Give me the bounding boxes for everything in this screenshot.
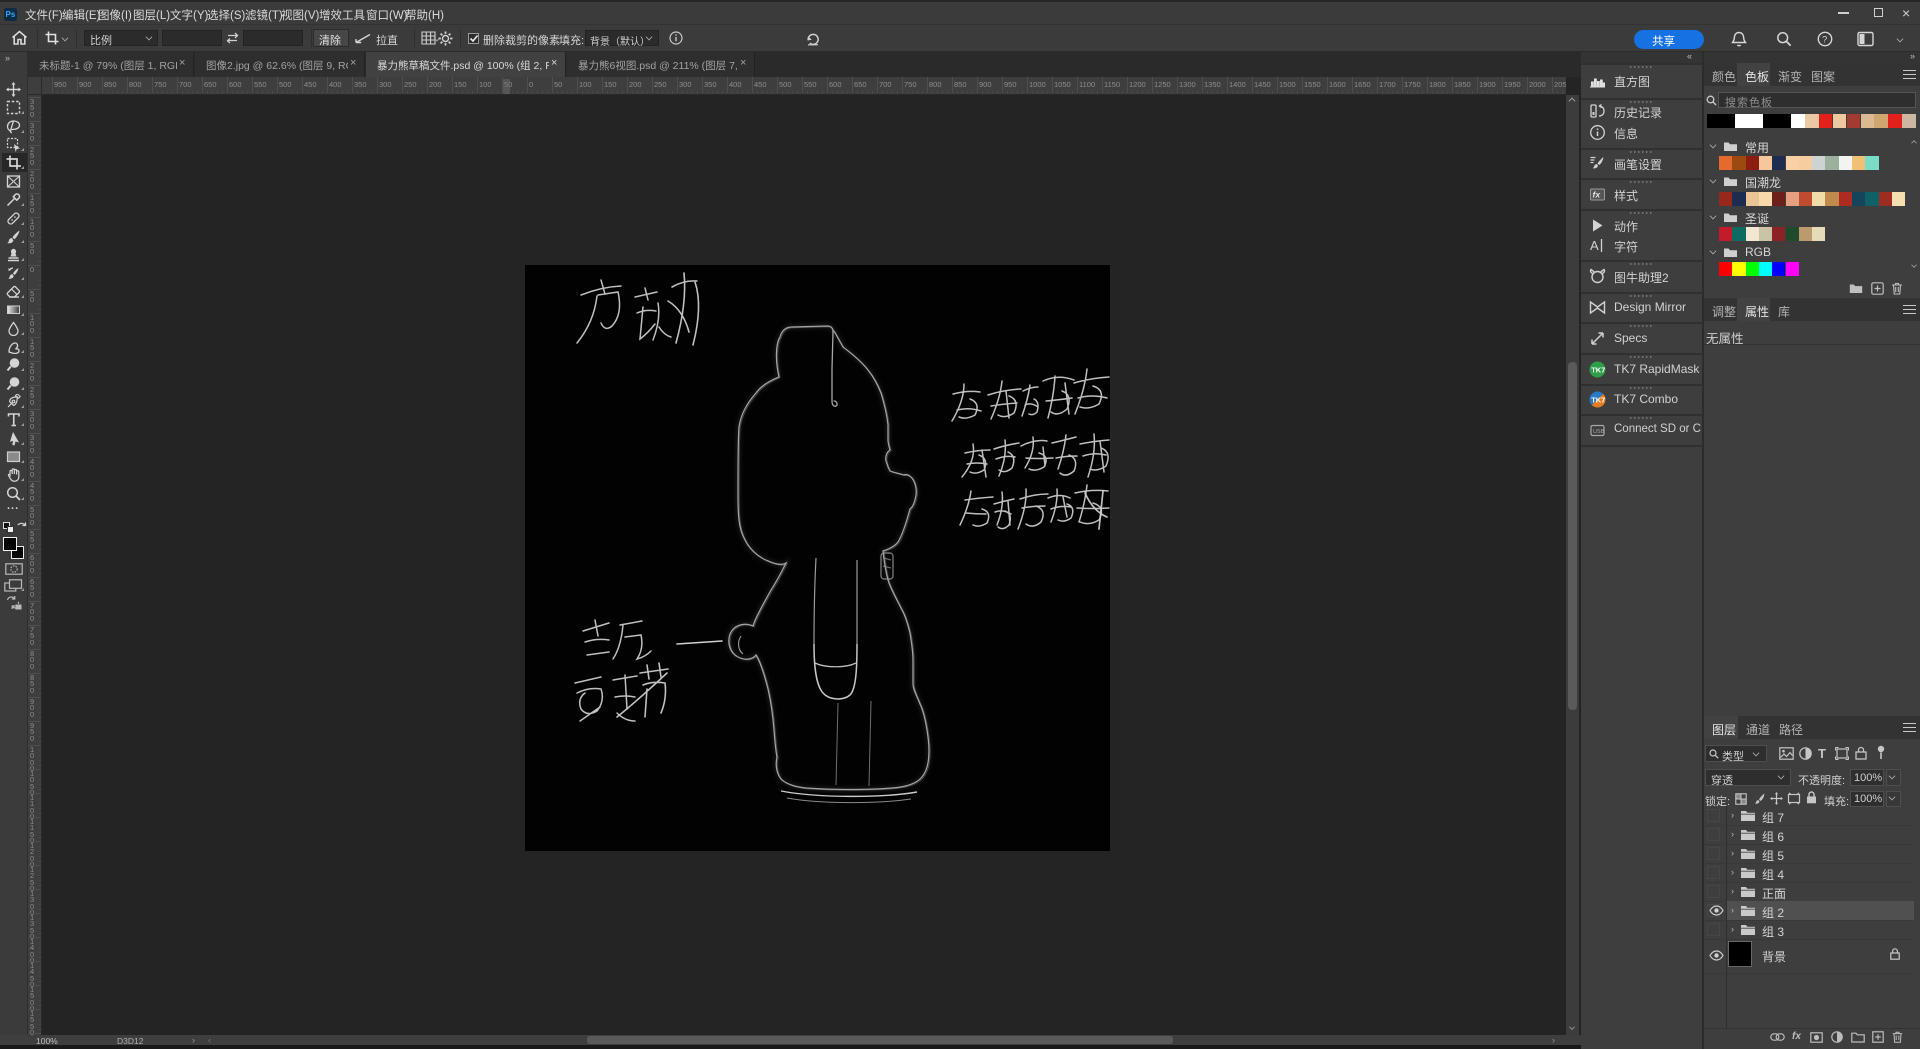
- svg-text:TK7: TK7: [1591, 366, 1605, 375]
- svg-text:?: ?: [1822, 35, 1827, 46]
- svg-text:TK7: TK7: [1591, 396, 1605, 405]
- svg-text:USB: USB: [1593, 429, 1605, 435]
- svg-text:A: A: [1590, 238, 1599, 253]
- svg-text:fx: fx: [1593, 190, 1602, 200]
